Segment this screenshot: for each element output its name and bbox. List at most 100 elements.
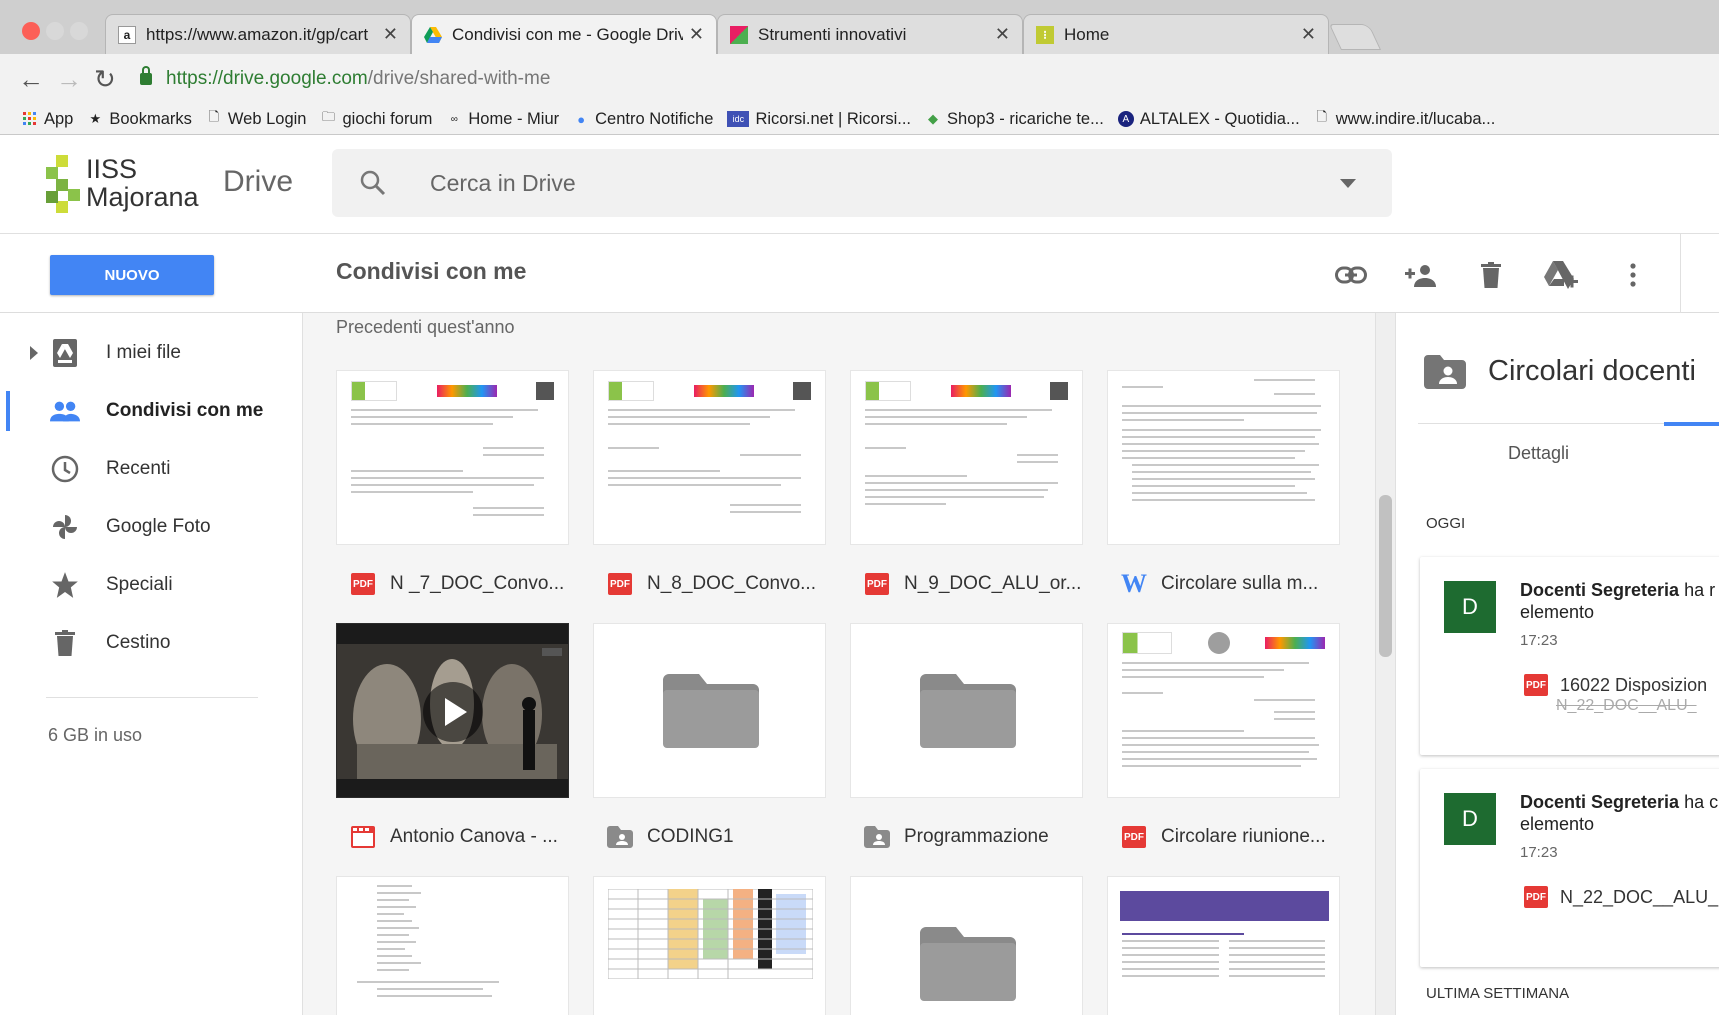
- section-title: Precedenti quest'anno: [336, 317, 515, 337]
- bookmark-item[interactable]: 🗀 giochi forum: [320, 109, 432, 129]
- lesson-banner: [1120, 891, 1329, 921]
- expand-arrow-icon[interactable]: [30, 346, 38, 360]
- reload-icon[interactable]: ↻: [94, 64, 116, 95]
- pdf-file-icon: PDF: [607, 571, 633, 597]
- activity-card[interactable]: D Docenti Segreteria ha r elemento 17:23…: [1420, 557, 1719, 755]
- file-card[interactable]: PDF Circolare riunione...: [1107, 623, 1340, 876]
- minimize-window-button[interactable]: [46, 22, 64, 40]
- add-to-drive-icon[interactable]: [1544, 258, 1578, 292]
- close-tab-icon[interactable]: ✕: [383, 24, 398, 45]
- site-icon: [730, 25, 748, 44]
- sidebar-item-shared[interactable]: Condivisi con me: [0, 383, 303, 439]
- close-tab-icon[interactable]: ✕: [1301, 24, 1316, 45]
- folder-thumbnail: [850, 876, 1083, 1015]
- search-input[interactable]: Cerca in Drive: [430, 170, 576, 197]
- activity-card[interactable]: D Docenti Segreteria ha c elemento 17:23…: [1420, 769, 1719, 967]
- activity-time: 17:23: [1520, 844, 1558, 861]
- close-tab-icon[interactable]: ✕: [995, 24, 1010, 45]
- file-card[interactable]: [336, 876, 569, 1015]
- delete-icon[interactable]: [1474, 258, 1508, 292]
- folder-card[interactable]: [850, 876, 1083, 1015]
- pdf-file-icon: PDF: [1524, 886, 1548, 908]
- my-drive-icon: [50, 338, 80, 368]
- activity-time: 17:23: [1520, 632, 1558, 649]
- bookmark-item[interactable]: App: [22, 110, 73, 129]
- section-label-today: OGGI: [1426, 515, 1466, 532]
- folder-icon: [920, 927, 1016, 1001]
- pdf-file-icon: PDF: [350, 571, 376, 597]
- browser-chrome: a https://www.amazon.it/gp/cart ✕ Condiv…: [0, 0, 1719, 135]
- site-icon: ∞: [450, 113, 458, 125]
- bookmark-item[interactable]: idc Ricorsi.net | Ricorsi...: [727, 110, 911, 129]
- file-card[interactable]: Antonio Canova - ...: [336, 623, 569, 876]
- bookmark-item[interactable]: A ALTALEX - Quotidia...: [1117, 110, 1300, 129]
- breadcrumb[interactable]: Condivisi con me: [336, 258, 526, 285]
- forward-arrow-icon[interactable]: →: [56, 64, 82, 95]
- bookmark-item[interactable]: ◆ Shop3 - ricariche te...: [925, 110, 1104, 129]
- scrollbar[interactable]: [1375, 313, 1395, 1015]
- sidebar-item-my-drive[interactable]: I miei file: [0, 325, 303, 381]
- get-link-icon[interactable]: [1334, 258, 1368, 292]
- activity-old-name: N_22_DOC__ALU_: [1556, 697, 1697, 714]
- browser-tab[interactable]: ⁝ Home ✕: [1023, 14, 1329, 54]
- file-caption: Programmazione: [850, 798, 1083, 876]
- search-options-dropdown-icon[interactable]: [1340, 179, 1356, 188]
- file-caption: PDF Circolare riunione...: [1107, 798, 1340, 876]
- folder-thumbnail: [850, 623, 1083, 798]
- close-window-button[interactable]: [22, 22, 40, 40]
- file-card[interactable]: PDF N_9_DOC_ALU_or...: [850, 370, 1083, 623]
- folder-card[interactable]: CODING1: [593, 623, 826, 876]
- file-thumbnail: [1107, 876, 1340, 1015]
- bookmark-item[interactable]: 🗋 www.indire.it/lucaba...: [1314, 109, 1496, 129]
- activity-file-link[interactable]: PDF N_22_DOC__ALU_(: [1524, 886, 1719, 908]
- close-tab-icon[interactable]: ✕: [689, 24, 704, 45]
- avatar: D: [1444, 793, 1496, 845]
- video-file-icon: [350, 824, 376, 850]
- file-card[interactable]: PDF N_8_DOC_Convo...: [593, 370, 826, 623]
- word-file-icon: W: [1121, 569, 1147, 598]
- sidebar-item-starred[interactable]: Speciali: [0, 557, 303, 613]
- sidebar-item-google-photos[interactable]: Google Foto: [0, 499, 303, 555]
- share-add-person-icon[interactable]: [1404, 258, 1438, 292]
- browser-tab[interactable]: Strumenti innovativi ✕: [717, 14, 1023, 54]
- address-bar[interactable]: https://drive.google.com/drive/shared-wi…: [128, 60, 1708, 98]
- search-box[interactable]: Cerca in Drive: [332, 149, 1392, 217]
- bookmark-item[interactable]: ∞ Home - Miur: [446, 110, 559, 129]
- activity-file-link[interactable]: PDF 16022 Disposizion: [1524, 674, 1707, 696]
- file-card[interactable]: W Circolare sulla m...: [1107, 370, 1340, 623]
- back-arrow-icon[interactable]: ←: [18, 64, 44, 95]
- sidebar-item-trash[interactable]: Cestino: [0, 615, 303, 671]
- search-icon[interactable]: [360, 170, 386, 196]
- sidebar-divider: [46, 697, 258, 698]
- file-card[interactable]: [1107, 876, 1340, 1015]
- tab-details[interactable]: Dettagli: [1508, 443, 1569, 464]
- new-tab-button[interactable]: [1328, 24, 1382, 50]
- folder-card[interactable]: Programmazione: [850, 623, 1083, 876]
- details-panel: Circolari docenti Dettagli OGGI D Docent…: [1395, 313, 1719, 1015]
- folder-thumbnail: [593, 623, 826, 798]
- product-name: Drive: [223, 165, 294, 198]
- new-button[interactable]: NUOVO: [50, 255, 214, 295]
- bookmark-item[interactable]: ● Centro Notifiche: [573, 110, 713, 129]
- file-caption: PDF N _7_DOC_Convo...: [336, 545, 569, 623]
- file-caption: W Circolare sulla m...: [1107, 545, 1340, 623]
- more-options-icon[interactable]: [1616, 258, 1650, 292]
- zoom-window-button[interactable]: [70, 22, 88, 40]
- shared-folder-icon: [1424, 355, 1466, 389]
- video-still-image: [337, 624, 568, 797]
- browser-tab-active[interactable]: Condivisi con me - Google Drive ✕: [411, 14, 717, 54]
- bookmark-item[interactable]: ★ Bookmarks: [87, 110, 192, 129]
- file-caption: PDF N_8_DOC_Convo...: [593, 545, 826, 623]
- browser-tab[interactable]: a https://www.amazon.it/gp/cart ✕: [105, 14, 411, 54]
- bookmark-item[interactable]: 🗋 Web Login: [206, 109, 307, 129]
- avatar: D: [1444, 581, 1496, 633]
- file-card[interactable]: PDF N _7_DOC_Convo...: [336, 370, 569, 623]
- scrollbar-thumb[interactable]: [1379, 495, 1392, 657]
- file-card[interactable]: [593, 876, 826, 1015]
- storage-usage[interactable]: 6 GB in uso: [48, 725, 142, 746]
- navigation-bar: ← → ↻ https://drive.google.com/drive/sha…: [0, 54, 1719, 104]
- file-thumbnail: [1107, 623, 1340, 798]
- drive-toolbar: NUOVO Condivisi con me: [0, 233, 1719, 314]
- sidebar-item-recent[interactable]: Recenti: [0, 441, 303, 497]
- apps-grid-icon: [22, 111, 38, 127]
